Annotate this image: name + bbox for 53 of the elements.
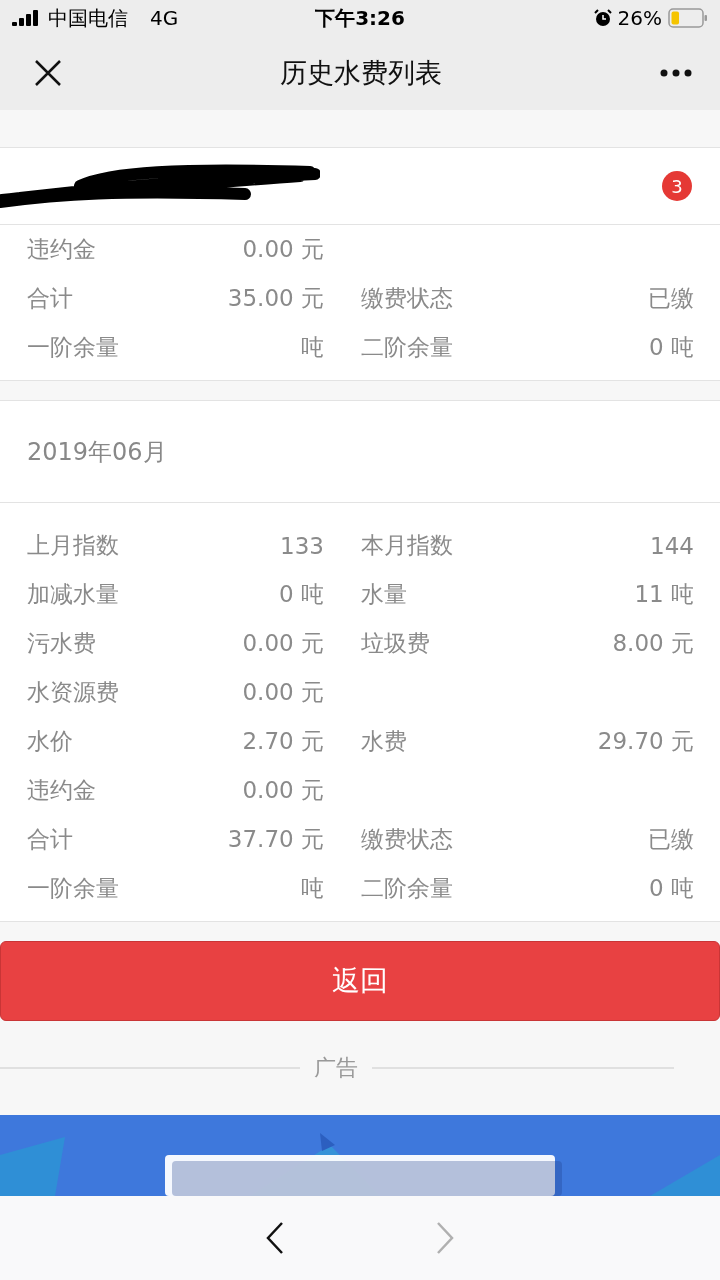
- signal-icon: [12, 10, 40, 26]
- field-label: 一阶余量: [27, 333, 119, 362]
- battery-icon: [668, 8, 708, 28]
- field-value: 144: [650, 532, 694, 559]
- month-title: 2019年06月: [27, 436, 167, 468]
- field-label: 一阶余量: [27, 874, 119, 903]
- field-label: 二阶余量: [361, 333, 453, 362]
- field-value: 已缴: [648, 825, 694, 854]
- field-label: 缴费状态: [361, 825, 453, 854]
- field-value: 8.00 元: [612, 629, 694, 658]
- field-value: 吨: [301, 333, 324, 362]
- field-value: 吨: [301, 874, 324, 903]
- field-value: 11 吨: [634, 580, 694, 609]
- field-value: 0 吨: [279, 580, 324, 609]
- field-value: 2.70 元: [242, 727, 324, 756]
- network-type: 4G: [150, 6, 179, 30]
- field-label: 本月指数: [361, 531, 453, 560]
- field-label: 水费: [361, 727, 407, 756]
- field-value: 0.00 元: [242, 629, 324, 658]
- field-value: 0 吨: [649, 874, 694, 903]
- clock: 下午3:26: [315, 4, 405, 32]
- alarm-icon: [593, 9, 612, 27]
- field-label: 合计: [27, 284, 73, 313]
- field-value: 29.70 元: [597, 727, 694, 756]
- field-label: 合计: [27, 825, 73, 854]
- field-value: 0.00 元: [242, 776, 324, 805]
- field-label: 垃圾费: [361, 629, 430, 658]
- back-button[interactable]: 返回: [0, 941, 720, 1021]
- field-label: 水价: [27, 727, 73, 756]
- page-title: 历史水费列表: [280, 56, 442, 90]
- field-value: 0.00 元: [242, 235, 324, 264]
- field-value: 0.00 元: [242, 678, 324, 707]
- field-label: 污水费: [27, 629, 96, 658]
- carrier-name: 中国电信: [48, 4, 128, 32]
- field-value: 已缴: [648, 284, 694, 313]
- ad-label: 广告: [313, 1054, 359, 1082]
- field-label: 加减水量: [27, 580, 119, 609]
- field-label: 水资源费: [27, 678, 119, 707]
- more-icon[interactable]: [660, 69, 692, 77]
- field-label: 上月指数: [27, 531, 119, 560]
- field-label: 二阶余量: [361, 874, 453, 903]
- field-value: 37.70 元: [227, 825, 324, 854]
- battery-percent: 26%: [617, 6, 662, 30]
- field-label: 水量: [361, 580, 407, 609]
- field-value: 133: [280, 532, 324, 559]
- back-icon[interactable]: [265, 1221, 285, 1255]
- count-badge: 3: [662, 171, 692, 201]
- field-label: 缴费状态: [361, 284, 453, 313]
- field-value: 35.00 元: [227, 284, 324, 313]
- close-icon[interactable]: [34, 59, 62, 87]
- field-label: 违约金: [27, 776, 96, 805]
- field-value: 0 吨: [649, 333, 694, 362]
- field-label: 违约金: [27, 235, 96, 264]
